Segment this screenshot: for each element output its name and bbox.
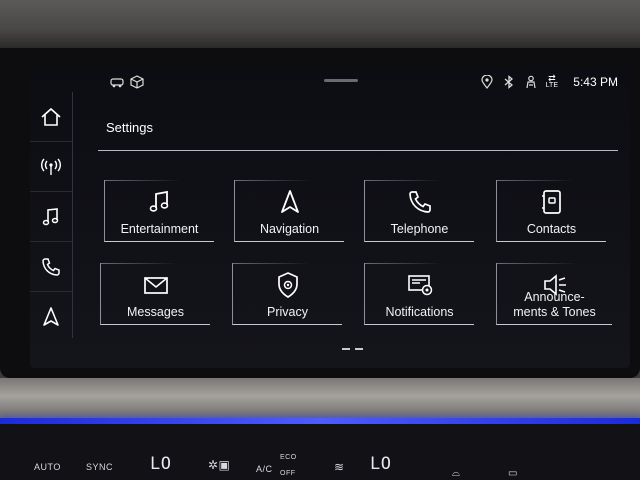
- home-icon: [41, 107, 61, 126]
- side-navigation: [30, 92, 73, 338]
- tile-navigation[interactable]: Navigation: [234, 180, 344, 242]
- radio-antenna-icon: [41, 158, 61, 175]
- tile-messages[interactable]: Messages: [100, 263, 210, 325]
- right-temperature[interactable]: LO: [370, 454, 391, 474]
- climate-control-panel: AUTO SYNC LO ✲▣ A/C ECO OFF ≋ LO ⌓ ▭: [0, 424, 640, 480]
- off-label: OFF: [280, 470, 296, 477]
- page-title: Settings: [106, 120, 153, 135]
- tile-label: Telephone: [390, 222, 449, 236]
- tile-announcements-tones[interactable]: Announce- ments & Tones: [496, 263, 612, 325]
- tile-entertainment[interactable]: Entertainment: [104, 180, 214, 242]
- phone-icon: [408, 191, 431, 213]
- ac-button[interactable]: A/C: [256, 464, 273, 474]
- auto-button[interactable]: AUTO: [34, 462, 61, 472]
- infotainment-screen: ⇄ LTE 5:43 PM Settings Entertainment Navi…: [30, 68, 630, 368]
- tile-label: Navigation: [259, 222, 320, 236]
- clock: 5:43 PM: [573, 75, 618, 89]
- notifications-icon: [407, 275, 432, 296]
- tile-label: Contacts: [526, 222, 577, 236]
- tile-label: Entertainment: [120, 222, 199, 236]
- bluetooth-icon: [504, 75, 513, 89]
- phone-icon: [42, 257, 60, 276]
- location-icon: [481, 75, 493, 89]
- tile-label: Messages: [127, 305, 184, 319]
- music-note-icon: [149, 190, 168, 212]
- dashboard-trim: [0, 378, 640, 418]
- sidebar-item-home[interactable]: [30, 92, 72, 142]
- notification-drawer-handle[interactable]: [324, 79, 358, 82]
- contacts-book-icon: [541, 190, 561, 214]
- sidebar-item-navigation[interactable]: [30, 292, 72, 341]
- box-3d-icon[interactable]: [130, 75, 144, 89]
- airflow-icon[interactable]: ≋: [334, 460, 345, 474]
- tile-label: Notifications: [385, 305, 454, 319]
- eco-label: ECO: [280, 454, 297, 461]
- speaker-icon: [543, 274, 566, 296]
- signal-lte-icon: ⇄ LTE: [545, 73, 558, 90]
- status-bar: ⇄ LTE 5:43 PM: [72, 68, 630, 96]
- sidebar-item-phone[interactable]: [30, 242, 72, 292]
- sidebar-item-radio[interactable]: [30, 142, 72, 192]
- header-divider: [98, 150, 618, 151]
- sidebar-item-media[interactable]: [30, 192, 72, 242]
- tile-privacy[interactable]: Privacy: [232, 263, 342, 325]
- page-indicator: [342, 348, 363, 350]
- left-temperature[interactable]: LO: [150, 454, 171, 474]
- dashboard-top: [0, 0, 640, 48]
- envelope-icon: [143, 277, 168, 294]
- tile-contacts[interactable]: Contacts: [496, 180, 606, 242]
- sync-button[interactable]: SYNC: [86, 462, 113, 472]
- fan-seat-icon[interactable]: ✲▣: [208, 458, 230, 472]
- shield-icon: [277, 272, 298, 298]
- car-status-icon[interactable]: [110, 75, 124, 89]
- defrost-icon[interactable]: ⌓: [452, 468, 460, 479]
- navigation-arrow-icon: [43, 306, 59, 326]
- tile-telephone[interactable]: Telephone: [364, 180, 474, 242]
- navigation-arrow-icon: [280, 190, 299, 213]
- rear-defrost-icon[interactable]: ▭: [508, 468, 518, 479]
- lte-label: LTE: [545, 82, 558, 89]
- tile-notifications[interactable]: Notifications: [364, 263, 474, 325]
- person-icon: [526, 75, 536, 89]
- music-note-icon: [42, 207, 59, 225]
- tile-label: Privacy: [267, 305, 308, 319]
